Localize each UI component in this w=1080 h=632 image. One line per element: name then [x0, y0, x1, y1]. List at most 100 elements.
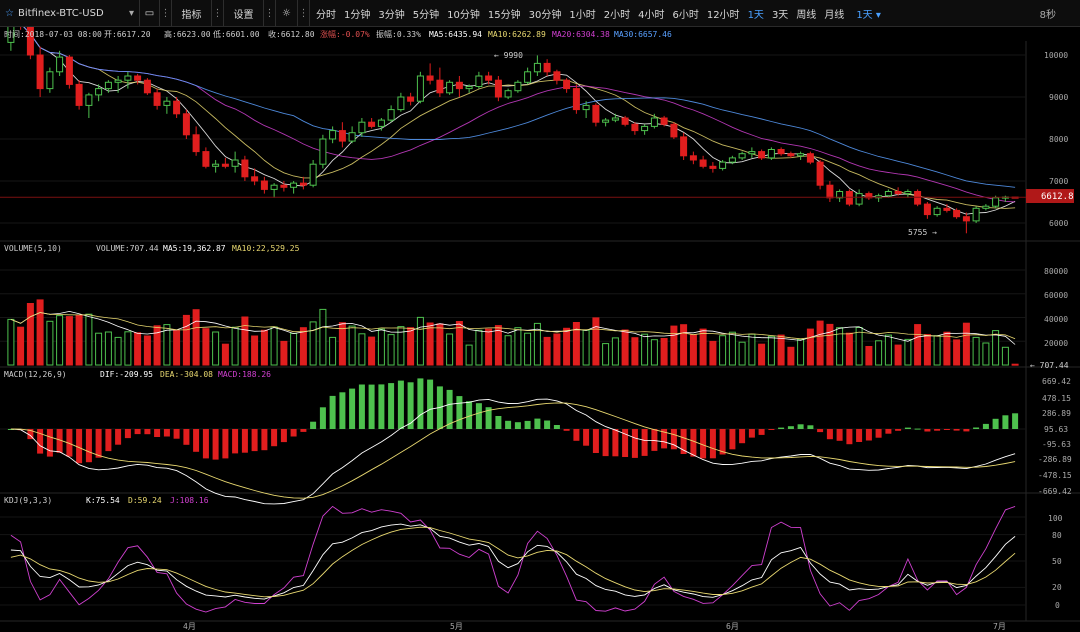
macd-histogram-bar — [973, 427, 980, 429]
volume-title: VOLUME(5,10) — [4, 244, 62, 253]
period-tab[interactable]: 10分钟 — [443, 6, 484, 21]
candle-body — [758, 151, 766, 159]
macd-histogram-bar — [836, 429, 843, 441]
toolbar: ☆ Bitfinex-BTC-USD ▾ ▭ ⋮ 指标 ⋮ 设置 ⋮ ☼ ⋮ 分… — [0, 0, 1080, 27]
month-label: 5月 — [450, 622, 463, 631]
macd-histogram-bar — [427, 379, 434, 429]
macd-histogram-bar — [290, 429, 297, 437]
volume-bar — [611, 337, 619, 366]
candle-body — [972, 207, 980, 222]
macd-histogram-bar — [992, 418, 999, 429]
draw-more-button[interactable]: ⋮ — [298, 0, 310, 26]
macd-histogram-bar — [417, 378, 424, 429]
candle-body — [728, 157, 736, 163]
period-tab[interactable]: 6小时 — [668, 6, 702, 21]
kdj-d-line — [10, 526, 1016, 598]
period-tab[interactable]: 1分钟 — [340, 6, 374, 21]
indicators-button[interactable]: 指标 — [172, 0, 212, 26]
kdj-axis-label: 50 — [1052, 557, 1062, 566]
candle-body — [494, 79, 502, 98]
macd-histogram-bar — [329, 395, 336, 429]
macd-histogram-bar — [1012, 413, 1019, 429]
macd-histogram-bar — [95, 429, 102, 458]
settings-more-button[interactable]: ⋮ — [264, 0, 276, 26]
candle-body — [299, 182, 307, 186]
star-icon[interactable]: ☆ — [5, 8, 14, 19]
volume-bar — [407, 327, 415, 366]
macd-histogram-bar — [124, 429, 131, 439]
period-tab[interactable]: 12小时 — [703, 6, 744, 21]
volume-bar — [475, 329, 483, 366]
candle-body — [826, 184, 834, 199]
volume-bar — [504, 335, 512, 366]
macd-histogram-bar — [592, 429, 599, 453]
price-axis-label: 6000 — [1049, 219, 1068, 228]
candle-body — [36, 54, 44, 90]
volume-bar — [894, 344, 902, 366]
macd-histogram-bar — [241, 429, 248, 453]
period-tab[interactable]: 5分钟 — [409, 6, 443, 21]
volume-bar — [212, 331, 220, 366]
calendar-button[interactable]: ▭ — [140, 0, 160, 26]
macd-histogram-bar — [651, 429, 658, 451]
settings-button[interactable]: 设置 — [224, 0, 264, 26]
macd-histogram-bar — [709, 429, 716, 459]
refresh-interval[interactable]: 8秒 — [1035, 0, 1080, 26]
period-tab[interactable]: 30分钟 — [525, 6, 566, 21]
volume-bar — [816, 320, 824, 366]
period-tab[interactable]: 周线 — [792, 6, 820, 21]
candle-body — [933, 207, 941, 216]
macd-axis-label: 669.42 — [1042, 377, 1071, 386]
candle-body — [153, 92, 161, 106]
volume-bar — [992, 330, 1000, 366]
period-tab[interactable]: 3天 — [768, 6, 792, 21]
macd-histogram-bar — [514, 422, 521, 429]
macd-histogram-bar — [115, 429, 122, 445]
candle-body — [738, 153, 746, 159]
period-tab[interactable]: 2小时 — [600, 6, 634, 21]
candle-body — [104, 81, 112, 90]
candle-body — [533, 62, 541, 73]
symbol-label: Bitfinex-BTC-USD — [17, 7, 104, 19]
price-axis-label: 9000 — [1049, 93, 1068, 102]
period-tab[interactable]: 1小时 — [565, 6, 599, 21]
macd-axis-label: -669.42 — [1038, 487, 1072, 496]
volume-bar — [543, 336, 551, 366]
period-tab[interactable]: 月线 — [820, 6, 848, 21]
macd-histogram-bar — [943, 429, 950, 430]
candle-body — [894, 191, 902, 195]
candle-body — [621, 117, 629, 125]
volume-bar — [806, 328, 814, 366]
macd-histogram-bar — [524, 420, 531, 429]
period-dropdown[interactable]: 1天 ▾ — [852, 6, 885, 21]
candle-body — [348, 132, 356, 142]
theme-button[interactable]: ☼ — [276, 0, 298, 26]
volume-bar — [65, 316, 73, 366]
volume-bar — [85, 313, 93, 366]
kdj-j-line — [10, 505, 1016, 613]
period-tab[interactable]: 15分钟 — [484, 6, 525, 21]
candle-body — [290, 182, 298, 188]
candle-body — [816, 161, 824, 186]
candle-body — [641, 125, 649, 132]
candle-body — [543, 62, 551, 73]
indicators-more-button[interactable]: ⋮ — [212, 0, 224, 26]
macd-histogram-bar — [612, 429, 619, 457]
candle-body — [319, 138, 327, 165]
candle-body — [163, 100, 171, 106]
info-open: 开:6617.20 — [104, 30, 151, 39]
symbol-selector[interactable]: ☆ Bitfinex-BTC-USD ▾ — [0, 0, 140, 26]
period-tab[interactable]: 分时 — [312, 6, 340, 21]
volume-bar — [563, 327, 571, 366]
period-tab-active[interactable]: 1天 — [744, 6, 768, 21]
chart-area[interactable]: 时间:2018-07-03 08:00 开:6617.20 高:6623.00 … — [0, 27, 1080, 632]
candle-body — [46, 71, 54, 90]
more-menu-button[interactable]: ⋮ — [160, 0, 172, 26]
period-tab[interactable]: 3分钟 — [374, 6, 408, 21]
period-tab[interactable]: 4小时 — [634, 6, 668, 21]
macd-histogram-bar — [563, 429, 570, 431]
volume-bar — [36, 299, 44, 366]
volume-bar — [104, 331, 112, 366]
volume-bar — [650, 339, 658, 366]
candle-body — [650, 117, 658, 127]
